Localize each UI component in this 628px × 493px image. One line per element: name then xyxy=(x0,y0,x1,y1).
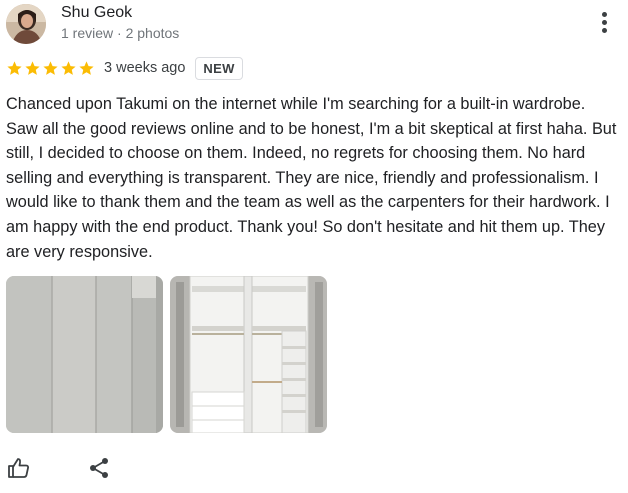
new-badge: NEW xyxy=(195,56,243,80)
rating-row: 3 weeks ago NEW xyxy=(6,56,243,80)
reviewer-meta: 1 review · 2 photos xyxy=(61,25,180,41)
open-wardrobe-photo[interactable] xyxy=(170,276,327,433)
reviewer-avatar[interactable] xyxy=(6,4,46,44)
star-icon xyxy=(79,60,94,75)
closed-wardrobe-photo[interactable] xyxy=(6,276,163,433)
share-icon[interactable] xyxy=(87,456,111,480)
star-icon xyxy=(61,60,76,75)
review-text: Chanced upon Takumi on the internet whil… xyxy=(6,95,617,261)
more-vertical-icon[interactable] xyxy=(596,12,612,36)
reviewer-name[interactable]: Shu Geok xyxy=(61,4,132,22)
star-icon xyxy=(25,60,40,75)
thumbs-up-icon[interactable] xyxy=(7,456,31,480)
review-time: 3 weeks ago xyxy=(104,60,186,76)
star-icon xyxy=(43,60,58,75)
star-icon xyxy=(7,60,22,75)
star-rating xyxy=(6,60,95,77)
